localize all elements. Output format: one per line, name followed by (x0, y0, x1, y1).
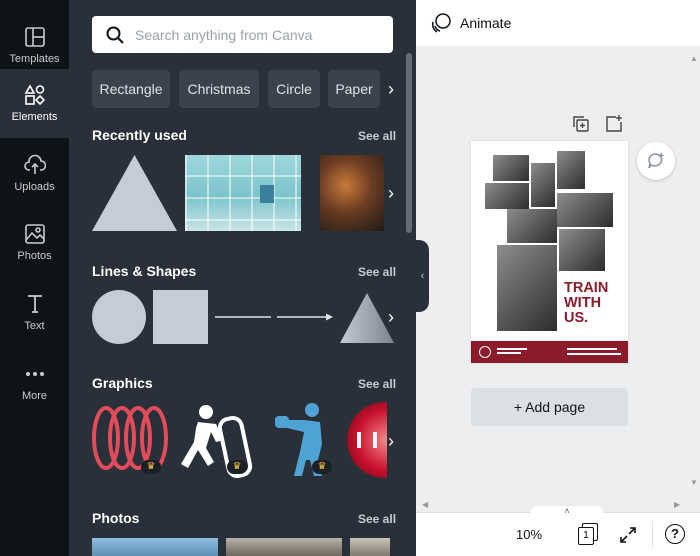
rail-label-elements: Elements (11, 111, 58, 123)
section-title-graphics: Graphics (92, 375, 153, 391)
rail-item-text[interactable]: Text (0, 278, 69, 347)
shape-circle[interactable] (92, 290, 146, 344)
see-all-photos[interactable]: See all (358, 512, 396, 526)
rail-item-uploads[interactable]: Uploads (0, 139, 69, 208)
search-input[interactable] (135, 26, 385, 43)
page-count-button[interactable]: 1 (578, 523, 598, 545)
section-title-lines-shapes: Lines & Shapes (92, 263, 197, 279)
photo-thumbnail[interactable] (226, 538, 342, 556)
chip-rectangle[interactable]: Rectangle (92, 70, 170, 108)
chip-paper[interactable]: Paper (328, 70, 380, 108)
photo-thumbnail[interactable] (92, 538, 218, 556)
fullscreen-icon[interactable] (618, 525, 638, 545)
graphics-next-chevron-icon[interactable]: › (381, 426, 401, 456)
shape-square[interactable] (153, 290, 208, 344)
premium-crown-icon: ♛ (312, 460, 332, 474)
rail-label-more: More (21, 390, 48, 402)
bottom-bar: 10% 1 ? (416, 512, 700, 556)
animate-icon (431, 13, 451, 33)
chevron-up-icon: ˄ (564, 506, 570, 516)
poster-footer-bar (471, 341, 628, 363)
rail-item-more[interactable]: More (0, 348, 69, 417)
see-all-graphics[interactable]: See all (358, 377, 396, 391)
poster-photo (497, 245, 557, 331)
more-icon (25, 372, 44, 376)
poster-photo (557, 193, 613, 227)
rail-item-photos[interactable]: Photos (0, 208, 69, 277)
templates-icon (24, 27, 45, 47)
uploads-icon (23, 154, 46, 174)
scroll-right-icon[interactable]: ▶ (674, 500, 680, 509)
section-title-recently-used: Recently used (92, 127, 187, 143)
canvas-vertical-scrollbar[interactable]: ▲ ▼ (686, 46, 700, 498)
help-button[interactable]: ? (665, 524, 685, 544)
poster-photo (559, 229, 605, 271)
show-pages-toggle[interactable]: ˄ (531, 506, 603, 516)
canvas-area: Animate TRAIN WITH US. + Add page ▲ ▼ ◀ ▶ (416, 0, 700, 556)
see-all-lines-shapes[interactable]: See all (358, 265, 396, 279)
section-title-photos: Photos (92, 510, 140, 526)
poster-headline: TRAIN WITH US. (564, 280, 609, 326)
photos-icon (24, 224, 45, 244)
scroll-down-icon[interactable]: ▼ (690, 478, 698, 487)
poster-photo (531, 163, 555, 207)
animate-label: Animate (460, 15, 512, 31)
scroll-left-icon[interactable]: ◀ (422, 500, 428, 509)
zoom-level[interactable]: 10% (516, 527, 542, 542)
shape-arrow-line[interactable] (277, 310, 333, 324)
add-page-button[interactable]: + Add page (471, 388, 628, 426)
rail-item-elements[interactable]: Elements (0, 69, 69, 138)
premium-crown-icon: ♛ (227, 460, 247, 474)
rail-label-text: Text (24, 320, 45, 332)
chevron-left-icon: ‹ (420, 270, 425, 282)
poster-photo (557, 151, 585, 189)
divider (652, 521, 653, 547)
editor-toolbar: Animate (416, 0, 700, 46)
recent-triangle-shape[interactable] (92, 155, 177, 231)
recent-food-photo[interactable] (320, 155, 384, 231)
recent-next-chevron-icon[interactable]: › (381, 178, 401, 208)
lines-next-chevron-icon[interactable]: › (381, 302, 401, 332)
rail-label-uploads: Uploads (14, 181, 55, 193)
poster-photo (485, 183, 529, 209)
comment-button[interactable] (637, 142, 675, 180)
shape-line[interactable] (215, 310, 271, 324)
chip-christmas[interactable]: Christmas (179, 70, 259, 108)
panel-scrollbar[interactable] (406, 53, 412, 233)
add-comment-icon (648, 153, 664, 169)
search-box[interactable] (92, 16, 393, 53)
animate-button[interactable]: Animate (430, 12, 511, 34)
poster-photo (493, 155, 529, 181)
elements-icon (24, 84, 45, 106)
premium-crown-icon: ♛ (141, 460, 161, 474)
recent-glass-building-photo[interactable] (185, 155, 301, 231)
poster-photo (507, 209, 557, 243)
rail-label-templates: Templates (9, 53, 60, 65)
photo-thumbnail[interactable] (350, 538, 390, 556)
collapse-panel-button[interactable]: ‹ (416, 240, 429, 312)
elements-panel: Rectangle Christmas Circle Paper › Recen… (69, 0, 416, 556)
design-page[interactable]: TRAIN WITH US. (471, 141, 628, 363)
search-icon (106, 26, 124, 44)
scroll-up-icon[interactable]: ▲ (690, 54, 698, 63)
chips-next-chevron-icon[interactable]: › (381, 74, 401, 104)
rail-label-photos: Photos (17, 250, 52, 262)
side-navigation: Templates Elements Uploads Photos Text M… (0, 0, 69, 556)
chip-circle[interactable]: Circle (268, 70, 320, 108)
duplicate-page-icon[interactable] (571, 114, 591, 134)
text-icon (27, 295, 42, 313)
see-all-recently-used[interactable]: See all (358, 129, 396, 143)
add-page-icon[interactable] (604, 114, 624, 134)
page-count: 1 (578, 527, 594, 545)
